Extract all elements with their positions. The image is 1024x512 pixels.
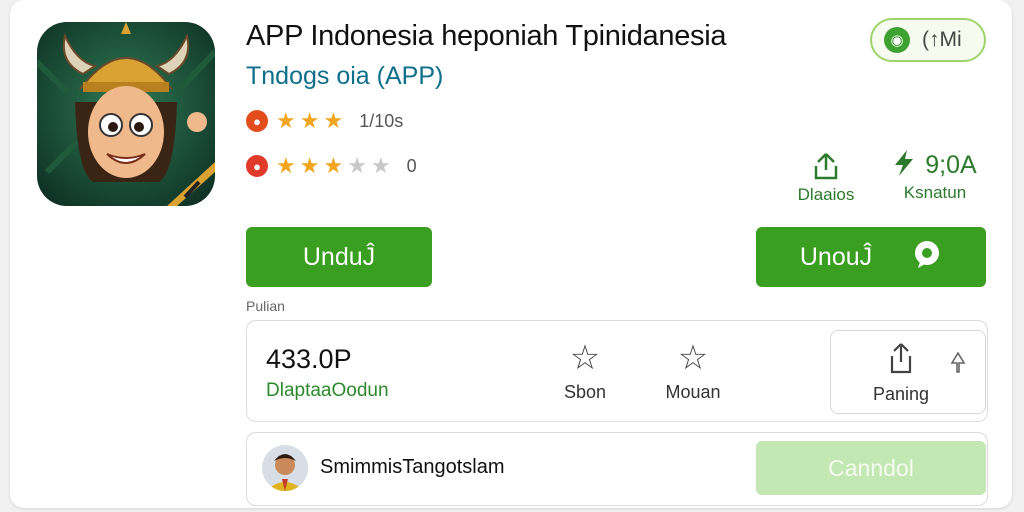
star-empty-icon: ★ <box>347 153 367 178</box>
size-value: 9;0A <box>925 151 977 179</box>
action-label: Sbon <box>563 382 607 402</box>
share-up-icon <box>786 152 866 185</box>
download-chat-button-label: UnouĴ <box>799 242 873 271</box>
cursor-arrow-icon <box>950 351 966 379</box>
action-paning[interactable]: Paning <box>856 342 946 405</box>
star-empty-icon: ★ <box>370 153 391 178</box>
cancel-button[interactable]: Canndol <box>756 441 986 495</box>
flash-icon <box>893 150 915 181</box>
action-label: Mouan <box>665 382 721 402</box>
section-label: Pulian <box>246 298 285 314</box>
download-button[interactable]: UnduĴ <box>246 227 432 287</box>
star-icon: ★ <box>276 108 296 133</box>
app-subtitle[interactable]: Tndogs oia (APP) <box>246 62 443 91</box>
developer-name[interactable]: SmimmisTangotslam <box>320 456 504 479</box>
downloads-stat: Dlaaios <box>786 152 866 205</box>
star-half-icon: ★ <box>323 108 344 133</box>
info-number: 433.0P <box>266 344 352 374</box>
cancel-button-label: Canndol <box>828 454 914 481</box>
star-icon: ★ <box>299 153 320 178</box>
star-icon: ☆ <box>569 339 601 377</box>
chat-bubble-icon <box>912 240 942 275</box>
share-icon <box>856 342 946 378</box>
app-title: APP Indonesia heponiah Tpinidanesia <box>246 20 727 52</box>
size-stat: 9;0A Ksnatun <box>882 150 988 203</box>
star-icon: ★ <box>276 153 296 178</box>
rating-row-1: ● ★ ★ ★ 1/10s <box>246 110 403 132</box>
star-icon: ★ <box>299 108 320 133</box>
action-label: Paning <box>872 384 930 404</box>
size-label: Ksnatun <box>903 183 967 202</box>
action-mouan[interactable]: ☆ Mouan <box>648 340 738 403</box>
chat-pill-button[interactable]: ◉ (↑Mi <box>870 18 986 62</box>
downloads-label: Dlaaios <box>797 185 855 204</box>
rating-count: 0 <box>406 155 417 176</box>
shield-icon: ● <box>246 155 268 177</box>
avatar[interactable] <box>262 445 308 491</box>
chat-pill-label: (↑Mi <box>922 28 962 51</box>
app-icon[interactable] <box>37 22 215 206</box>
chat-icon: ◉ <box>884 27 910 53</box>
apple-icon: ● <box>246 110 268 132</box>
info-number-label: DlaptaaOodun <box>266 380 389 401</box>
action-sbon[interactable]: ☆ Sbon <box>540 340 630 403</box>
rating-count: 1/10s <box>359 110 404 131</box>
star-icon: ☆ <box>677 339 709 377</box>
download-button-label: UnduĴ <box>302 242 376 271</box>
star-half-icon: ★ <box>323 153 344 178</box>
rating-row-2: ● ★ ★ ★ ★ ★ 0 <box>246 155 417 177</box>
download-chat-button[interactable]: UnouĴ <box>756 227 986 287</box>
